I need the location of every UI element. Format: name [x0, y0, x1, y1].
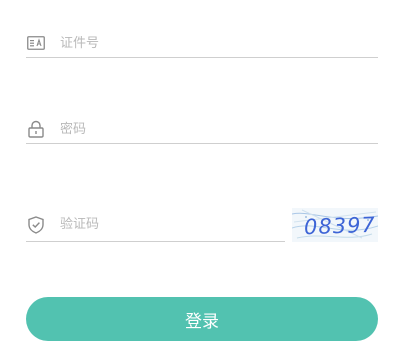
- lock-icon: [26, 119, 46, 139]
- id-card-icon: [26, 33, 46, 53]
- captcha-image[interactable]: 08397: [292, 208, 378, 242]
- id-number-field: [26, 29, 378, 58]
- login-button[interactable]: 登录: [26, 297, 378, 341]
- shield-check-icon: [26, 215, 46, 235]
- password-field: [26, 115, 378, 144]
- login-form: 08397 登录: [0, 0, 403, 348]
- id-number-input[interactable]: [60, 33, 378, 53]
- password-input[interactable]: [60, 119, 378, 139]
- captcha-code: 08397: [303, 212, 377, 240]
- captcha-input[interactable]: [60, 214, 285, 235]
- captcha-field: [26, 208, 285, 242]
